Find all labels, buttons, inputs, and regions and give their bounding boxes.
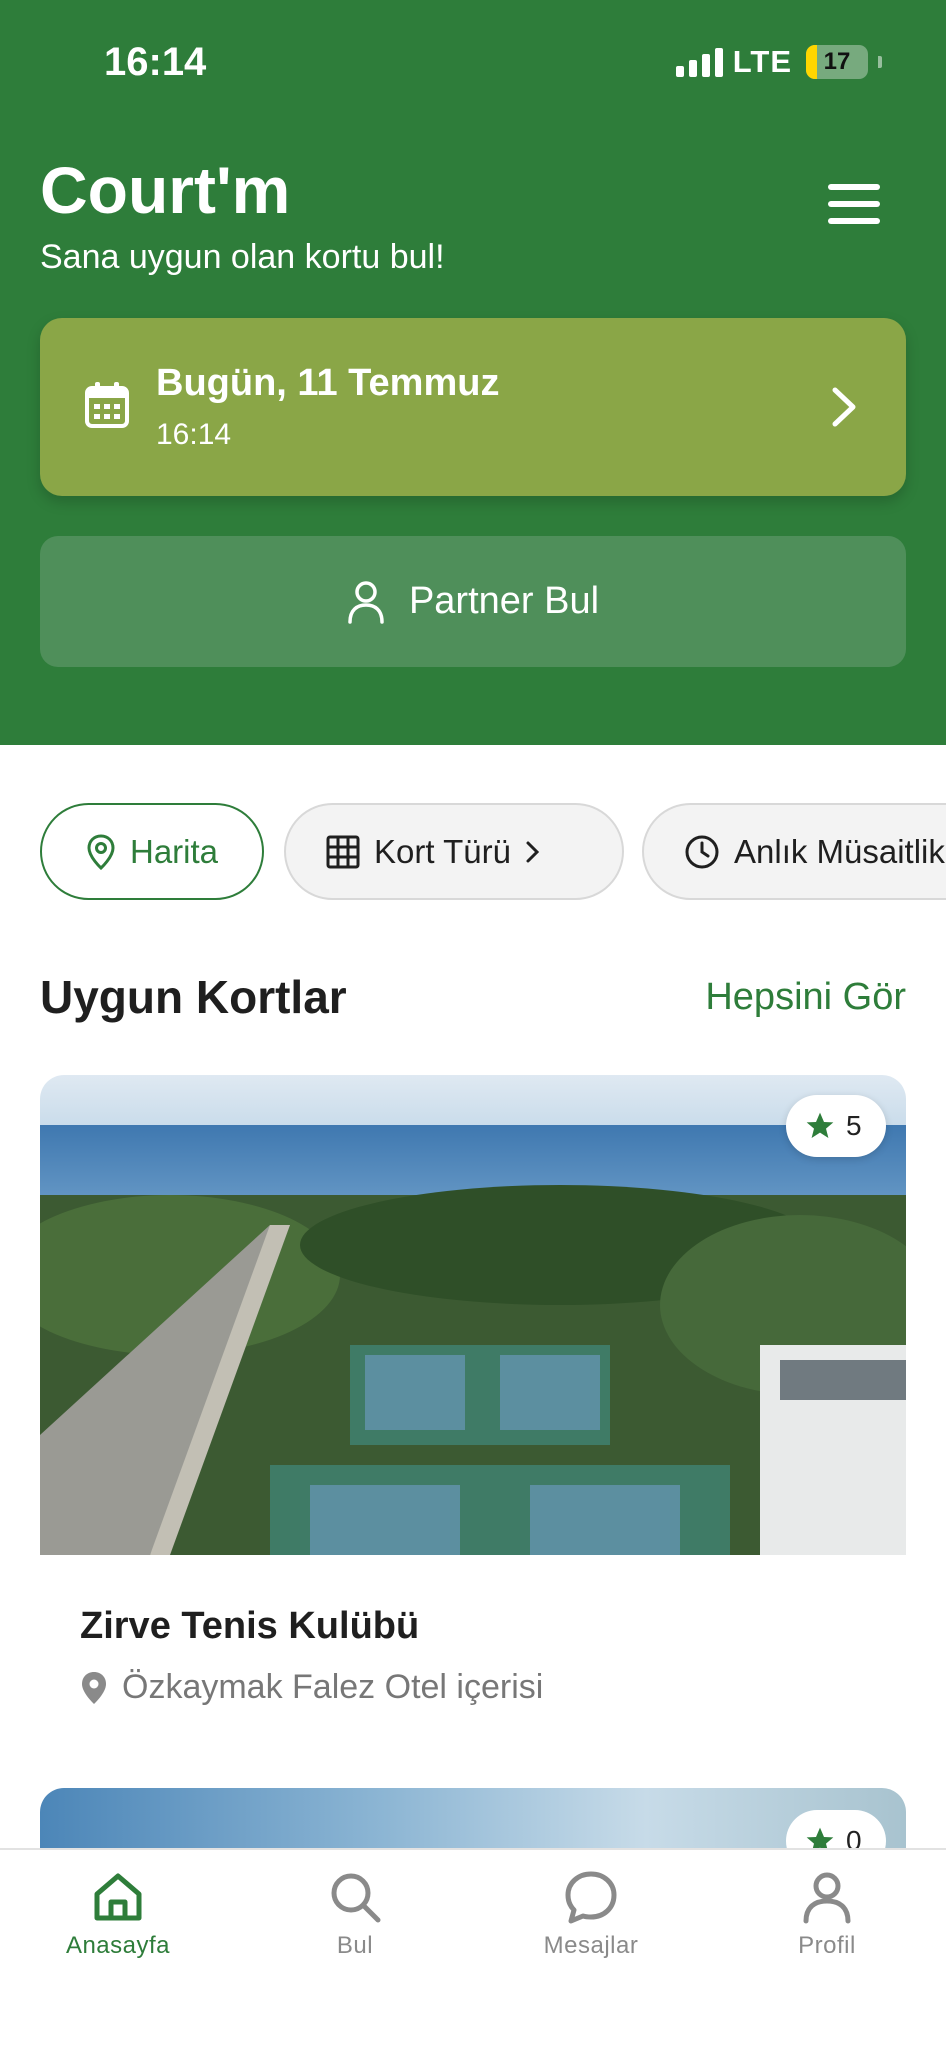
chevron-right-icon [526, 841, 540, 862]
filter-chips: Harita Kort Türü Anlık Müsaitlik [40, 803, 946, 901]
tab-profile[interactable]: Profil [727, 1868, 927, 1960]
date-selector-card[interactable]: Bugün, 11 Temmuz 16:14 [40, 318, 906, 496]
court-card[interactable]: 5 [40, 1075, 906, 1555]
filter-map-label: Harita [129, 832, 219, 870]
court-name[interactable]: Zirve Tenis Kulübü [80, 1605, 419, 1648]
bottom-tab-bar: Anasayfa Bul Mesajlar Profil [0, 1848, 946, 2048]
location-pin-icon [87, 833, 115, 870]
star-icon [806, 1827, 834, 1848]
calendar-icon [85, 382, 129, 428]
rating-value: 0 [846, 1825, 862, 1848]
star-icon [806, 1112, 834, 1138]
search-icon [331, 1873, 381, 1923]
app-title: Court'm [40, 153, 291, 227]
court-location: Özkaymak Falez Otel içerisi [80, 1668, 543, 1707]
court-location-text: Özkaymak Falez Otel içerisi [122, 1668, 544, 1706]
person-icon [348, 580, 384, 624]
tab-home-label: Anasayfa [65, 1932, 171, 1959]
see-all-link[interactable]: Hepsini Gör [705, 976, 906, 1019]
battery-level: 17 [823, 48, 851, 75]
section-title: Uygun Kortlar [40, 971, 347, 1023]
find-partner-button[interactable]: Partner Bul [40, 536, 906, 667]
app-header: 16:14 LTE 17 Court'm Sana uygun olan kor… [0, 0, 946, 745]
tab-profile-label: Profil [798, 1932, 856, 1959]
profile-icon [803, 1872, 851, 1924]
hamburger-menu-icon[interactable] [820, 178, 888, 230]
home-icon [94, 1873, 142, 1921]
clock-icon [685, 835, 719, 868]
filter-availability-chip[interactable]: Anlık Müsaitlik [642, 803, 946, 900]
date-title: Bugün, 11 Temmuz [156, 362, 500, 404]
court-photo [40, 1075, 906, 1555]
tab-messages[interactable]: Mesajlar [491, 1868, 691, 1960]
status-time: 16:14 [104, 40, 207, 84]
find-partner-label: Partner Bul [408, 580, 600, 622]
chevron-right-icon [832, 387, 856, 427]
filter-availability-label: Anlık Müsaitlik [734, 832, 945, 870]
rating-badge: 0 [786, 1810, 886, 1848]
rating-badge: 5 [786, 1095, 886, 1157]
network-label: LTE [732, 44, 792, 79]
chat-icon [565, 1871, 617, 1924]
signal-icon [675, 47, 723, 77]
app-subtitle: Sana uygun olan kortu bul! [40, 238, 445, 276]
filter-map-chip[interactable]: Harita [40, 803, 264, 900]
tab-home[interactable]: Anasayfa [18, 1868, 218, 1960]
court-card[interactable]: 0 [40, 1788, 906, 1848]
status-indicators: LTE 17 [675, 44, 882, 80]
location-pin-icon [82, 1671, 106, 1704]
date-time: 16:14 [156, 418, 232, 451]
grid-icon [326, 835, 360, 868]
tab-messages-label: Mesajlar [543, 1932, 639, 1959]
tab-search-label: Bul [336, 1932, 374, 1959]
filter-court-type-chip[interactable]: Kort Türü [284, 803, 624, 900]
filter-court-type-label: Kort Türü [374, 832, 511, 870]
rating-value: 5 [846, 1110, 862, 1141]
tab-search[interactable]: Bul [255, 1868, 455, 1960]
battery-icon: 17 [806, 45, 868, 79]
